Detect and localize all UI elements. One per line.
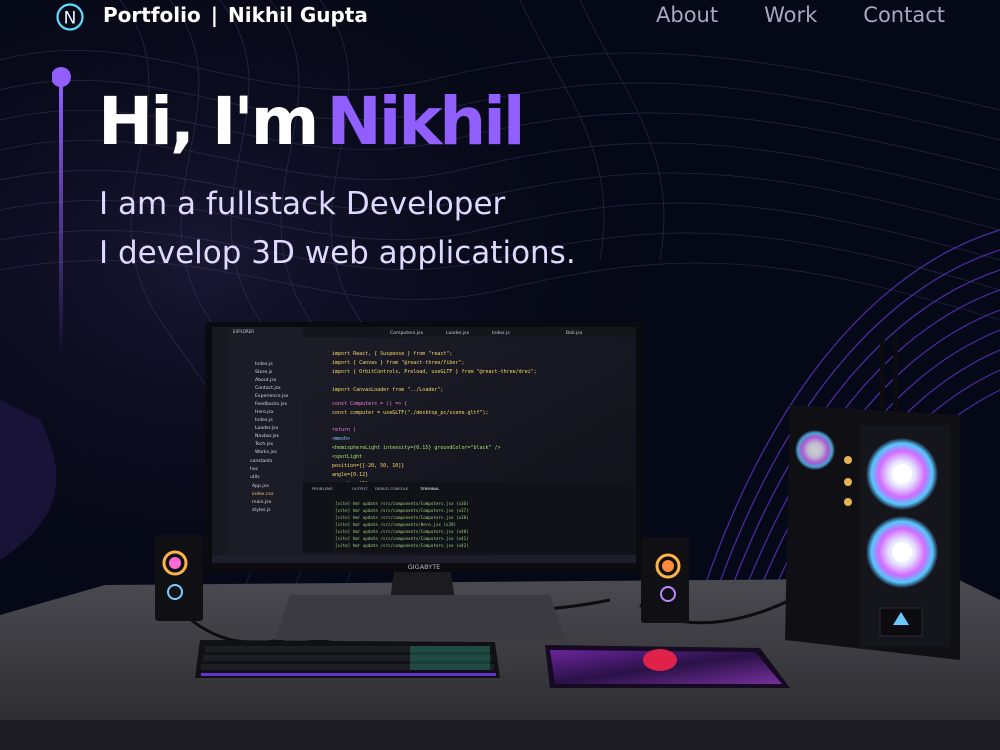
explorer-title: EXPLORER [233, 329, 254, 334]
svg-text:About.jsx: About.jsx [255, 377, 277, 383]
svg-text:TERMINAL: TERMINAL [419, 486, 440, 491]
hero-greeting: Hi, I'm [98, 83, 319, 160]
svg-text:utils: utils [250, 474, 260, 480]
svg-text:[vite] hmr update /src/compone: [vite] hmr update /src/components/Comput… [335, 515, 469, 520]
hero-subtitle-line1: I am a fullstack Developer [99, 186, 506, 222]
left-speaker [155, 535, 203, 621]
svg-text:Loader.jsx: Loader.jsx [255, 425, 278, 431]
keyboard [195, 640, 500, 678]
svg-text:const Computers = () => {: const Computers = () => { [332, 401, 407, 407]
svg-text:hoc: hoc [250, 466, 259, 472]
hero-subtitle-line2: I develop 3D web applications. [99, 235, 576, 271]
pc-tower [785, 335, 960, 660]
svg-text:[vite] hmr update /src/compone: [vite] hmr update /src/components/Comput… [335, 529, 469, 534]
brand-name: Nikhil Gupta [228, 3, 368, 27]
logo-letter: N [64, 9, 77, 29]
hero-title: Hi, I'm Nikhil [98, 78, 525, 166]
logo-n-icon[interactable]: N [51, 1, 89, 33]
navbar: N Portfolio | Nikhil Gupta About Work Cont… [0, 0, 1000, 34]
svg-text:[vite] hmr update /src/compone: [vite] hmr update /src/components/Comput… [335, 536, 469, 541]
svg-text:Index.js: Index.js [255, 417, 273, 423]
svg-text:App.jsx: App.jsx [252, 483, 269, 489]
nav-links: About Work Contact [656, 1, 945, 29]
svg-text:Feedbacks.jsx: Feedbacks.jsx [255, 401, 287, 407]
svg-text:Index.js: Index.js [255, 361, 273, 367]
svg-text:<spotLight: <spotLight [332, 454, 362, 460]
svg-text:Works.jsx: Works.jsx [255, 449, 277, 455]
hero-subtitle: I am a fullstack Developer I develop 3D … [99, 180, 576, 278]
svg-text:PROBLEMS: PROBLEMS [312, 486, 333, 491]
svg-text:import React, { Suspense } fro: import React, { Suspense } from "react"; [332, 351, 452, 357]
hero-name: Nikhil [326, 83, 525, 160]
svg-text:OUTPUT: OUTPUT [352, 486, 368, 491]
svg-text:Navbar.jsx: Navbar.jsx [255, 433, 279, 439]
svg-text:Store.js: Store.js [255, 369, 273, 375]
svg-text:[vite] hmr update /src/compone: [vite] hmr update /src/components/Hero.j… [335, 522, 456, 527]
svg-text:Tech.jsx: Tech.jsx [254, 441, 273, 447]
svg-text:Loader.jsx: Loader.jsx [446, 330, 469, 336]
mouse-pad [545, 645, 790, 688]
svg-text:[vite] hmr update /src/compone: [vite] hmr update /src/components/Comput… [335, 501, 469, 506]
svg-text:const computer = useGLTF("./de: const computer = useGLTF("./desktop_pc/s… [332, 410, 489, 416]
svg-text:main.jsx: main.jsx [252, 499, 272, 505]
right-speaker [641, 537, 689, 623]
svg-text:<mesh>: <mesh> [332, 436, 350, 442]
svg-text:index.css: index.css [252, 491, 274, 497]
svg-text:angle={0.12}: angle={0.12} [332, 472, 368, 478]
mouse [643, 649, 677, 671]
svg-text:[vite] hmr update /src/compone: [vite] hmr update /src/components/Comput… [335, 543, 469, 548]
brand-prefix: Portfolio [103, 3, 201, 27]
svg-text:<hemisphereLight intensity={0.: <hemisphereLight intensity={0.15} ground… [332, 445, 501, 451]
svg-text:Contact.jsx: Contact.jsx [255, 385, 281, 391]
svg-text:import CanvasLoader from "../L: import CanvasLoader from "../Loader"; [332, 387, 443, 393]
desktop-pc-canvas[interactable]: GIGABYTE EXPLORER Index.js Store.js Abou… [0, 300, 1000, 750]
svg-text:Ball.jsx: Ball.jsx [566, 330, 583, 336]
brand-separator: | [210, 3, 219, 27]
svg-text:constants: constants [250, 458, 273, 464]
svg-text:import { Canvas } from "@react: import { Canvas } from "@react-three/fib… [332, 360, 464, 366]
svg-text:DEBUG CONSOLE: DEBUG CONSOLE [375, 486, 409, 491]
svg-text:[vite] hmr update /src/compone: [vite] hmr update /src/components/Comput… [335, 508, 469, 513]
monitor-brand: GIGABYTE [408, 563, 441, 571]
svg-text:Computers.jsx: Computers.jsx [390, 330, 423, 336]
svg-text:return (: return ( [332, 427, 356, 433]
svg-text:position={[-20, 50, 10]}: position={[-20, 50, 10]} [332, 463, 404, 469]
svg-text:styles.js: styles.js [252, 507, 271, 513]
svg-text:Index.js: Index.js [492, 330, 510, 336]
svg-text:Experience.jsx: Experience.jsx [255, 393, 289, 399]
nav-link-about[interactable]: About [656, 1, 718, 29]
svg-text:import { OrbitControls, Preloa: import { OrbitControls, Preload, useGLTF… [332, 369, 537, 375]
nav-link-contact[interactable]: Contact [863, 1, 945, 29]
nav-link-work[interactable]: Work [764, 1, 817, 29]
brand[interactable]: Portfolio | Nikhil Gupta [103, 1, 368, 29]
svg-text:Hero.jsx: Hero.jsx [255, 409, 274, 415]
